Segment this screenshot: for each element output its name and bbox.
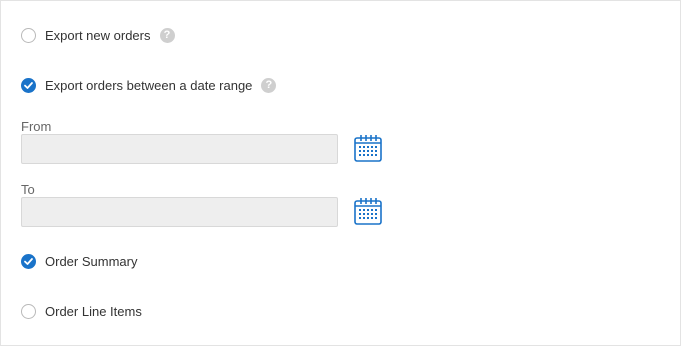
to-date-input[interactable] (21, 197, 338, 227)
export-new-orders-radio[interactable] (21, 27, 36, 43)
question-mark-icon[interactable]: ? (261, 77, 277, 93)
export-date-range-label: Export orders between a date range (45, 77, 253, 93)
to-calendar-icon[interactable] (353, 196, 383, 226)
export-date-range-radio[interactable] (21, 77, 36, 93)
order-summary-checkbox[interactable] (21, 253, 36, 269)
order-summary-label: Order Summary (45, 253, 138, 269)
from-label: From (21, 119, 52, 134)
from-date-input[interactable] (21, 134, 338, 164)
order-line-items-label: Order Line Items (45, 303, 142, 319)
export-new-orders-option[interactable]: Export new orders ? (21, 25, 175, 45)
export-options-panel: Export new orders ? Export orders betwee… (0, 0, 681, 346)
checkmark-icon (24, 81, 33, 89)
export-date-range-option[interactable]: Export orders between a date range ? (21, 75, 277, 95)
order-summary-option[interactable]: Order Summary (21, 251, 137, 271)
to-label: To (21, 182, 35, 197)
from-calendar-icon[interactable] (353, 133, 383, 163)
question-mark-icon[interactable]: ? (159, 27, 175, 43)
order-line-items-option[interactable]: Order Line Items (21, 301, 142, 321)
checkmark-icon (24, 257, 33, 265)
order-line-items-checkbox[interactable] (21, 303, 36, 319)
export-new-orders-label: Export new orders (45, 27, 151, 43)
